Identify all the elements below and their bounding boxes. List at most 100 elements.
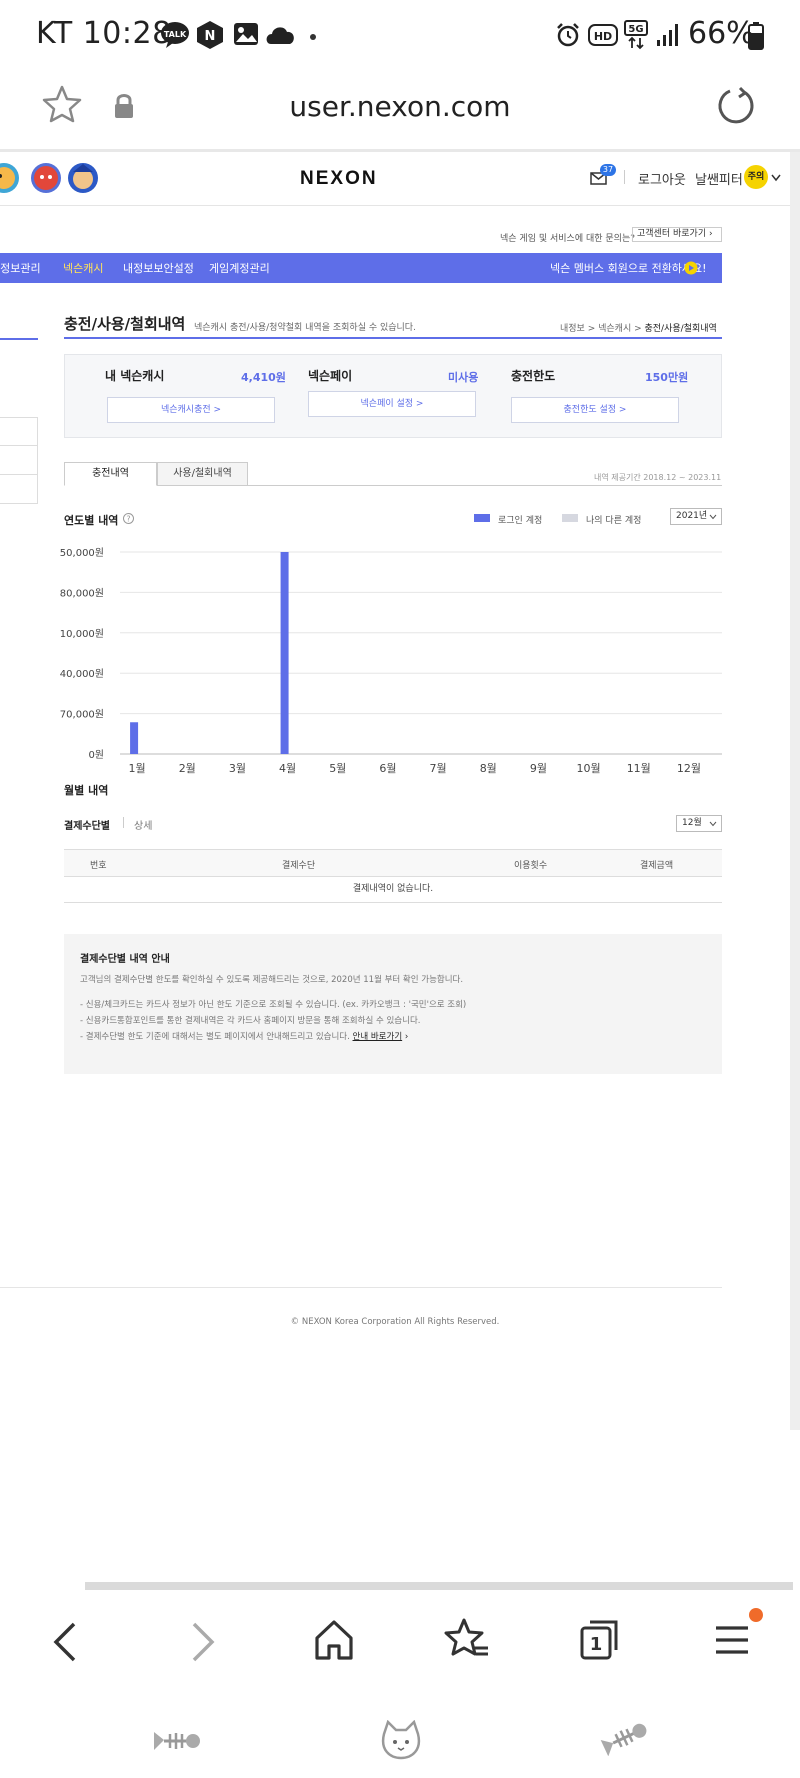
menu-icon[interactable]: [714, 1624, 750, 1656]
cash-charge-button[interactable]: 넥슨캐시충전 >: [107, 397, 275, 423]
history-period: 내역 제공기간 2018.12 ~ 2023.11: [594, 473, 722, 482]
username[interactable]: 날쌘피터: [695, 169, 743, 188]
svg-text:?: ?: [126, 515, 130, 524]
sub-tab-separator: [123, 817, 124, 828]
battery-icon: [748, 22, 764, 50]
tabs-icon[interactable]: 1: [578, 1618, 620, 1662]
breadcrumb: 내정보 > 넥슨캐시 > 충전/사용/철회내역: [560, 321, 717, 334]
notice-box: 결제수단별 내역 안내 고객님의 결제수단별 한도를 확인하실 수 있도록 제공…: [64, 934, 722, 1074]
nav-item-game-account[interactable]: 게임계정관리: [209, 260, 270, 276]
legend-swatch-login: [474, 514, 490, 522]
year-select[interactable]: 2021년: [670, 508, 722, 525]
y-tick-label: 140,000원: [60, 668, 104, 680]
column-amount: 결제금액: [640, 861, 674, 871]
sub-tab-detail[interactable]: 상세: [134, 817, 152, 832]
x-tick-label: 10월: [577, 762, 601, 775]
header-separator: [624, 170, 625, 184]
nav-item-cash[interactable]: 넥슨캐시: [63, 260, 103, 276]
tab-use-history[interactable]: 사용/철회내역: [157, 462, 248, 486]
game-avatar-icon[interactable]: [30, 162, 62, 194]
sidebar-item[interactable]: [0, 417, 38, 446]
notice-guide-link[interactable]: 안내 바로가기: [353, 1032, 403, 1042]
game-avatar-icon[interactable]: [67, 162, 99, 194]
svg-text:N: N: [205, 29, 216, 44]
footer-divider: [0, 1287, 722, 1288]
help-icon[interactable]: ?: [123, 513, 134, 524]
pay-settings-button[interactable]: 넥슨페이 설정 >: [308, 391, 476, 417]
notice-line: - 신용/체크카드는 카드사 정보가 아닌 한도 기준으로 조회될 수 있습니다…: [80, 1000, 467, 1010]
x-tick-label: 9월: [530, 762, 547, 775]
sidebar-item[interactable]: [0, 446, 38, 475]
notice-title: 결제수단별 내역 안내: [80, 954, 170, 965]
hd-voice-icon: HD: [588, 24, 618, 46]
nav-item-account[interactable]: 내정보관리: [0, 260, 41, 276]
tab-charge-history[interactable]: 충전내역: [64, 462, 157, 486]
column-number: 번호: [90, 861, 107, 871]
alarm-icon: [557, 23, 579, 47]
breadcrumb-current: 충전/사용/철회내역: [644, 324, 717, 334]
column-count: 이용횟수: [514, 861, 548, 871]
month-select[interactable]: 12월: [676, 815, 722, 832]
x-tick-label: 2월: [179, 762, 196, 775]
more-notifications-dot: [310, 34, 316, 40]
svg-text:5G: 5G: [628, 24, 643, 35]
x-tick-label: 6월: [379, 762, 396, 775]
page-description: 넥슨캐시 충전/사용/청약철회 내역을 조회하실 수 있습니다.: [194, 323, 416, 333]
legend-swatch-other: [562, 514, 578, 522]
sidebar-item[interactable]: [0, 475, 38, 504]
cash-value: 4,410원: [241, 371, 286, 384]
svg-text:1: 1: [590, 1634, 603, 1655]
play-circle-icon[interactable]: [684, 261, 698, 275]
monthly-title: 월별 내역: [64, 784, 109, 797]
x-tick-label: 7월: [430, 762, 447, 775]
year-select-value: 2021년: [676, 511, 708, 521]
menu-notification-dot: [749, 1608, 763, 1622]
column-method: 결제수단: [282, 861, 316, 871]
breadcrumb-path[interactable]: 내정보 > 넥슨캐시 >: [560, 324, 645, 334]
cat-icon: [381, 1720, 421, 1760]
reload-icon[interactable]: [716, 86, 756, 126]
chevron-down-icon[interactable]: [771, 174, 781, 182]
url-text[interactable]: user.nexon.com: [0, 90, 800, 123]
status-bar: KT 10:28 TALK N HD 5G 66%: [0, 0, 800, 72]
web-page: NEXON 37 로그아웃 날쌘피터 주의 넥슨 게임 및 서비스에 대한 문의…: [0, 152, 790, 1430]
x-tick-label: 12월: [677, 762, 701, 775]
table-header: 번호 결제수단 이용횟수 결제금액: [64, 849, 722, 877]
game-avatar-icon[interactable]: [0, 162, 28, 194]
yearly-bar-chart: 0원 70,000원 140,000원 210,000원 280,000원 350,000…: [60, 547, 722, 775]
limit-label: 충전한도: [511, 369, 556, 383]
back-icon[interactable]: [48, 1620, 82, 1664]
5g-network-icon: 5G: [624, 20, 648, 50]
x-tick-label: 11월: [627, 762, 651, 775]
battery-percent: 66%: [688, 16, 755, 51]
pay-value: 미사용: [448, 371, 479, 384]
horizontal-scrollbar[interactable]: [85, 1582, 793, 1590]
notice-line-4: - 결제수단별 한도 기준에 대해서는 별도 페이지에서 안내해드리고 있습니다…: [80, 1032, 350, 1042]
customer-center-button[interactable]: 고객센터 바로가기 ›: [632, 227, 722, 242]
sub-tab-payment-method[interactable]: 결제수단별: [64, 817, 110, 832]
logout-link[interactable]: 로그아웃: [638, 169, 686, 188]
svg-text:HD: HD: [594, 30, 612, 43]
legend-other: 나의 다른 계정: [586, 516, 642, 526]
x-tick-label: 3월: [229, 762, 246, 775]
nav-item-security[interactable]: 내정보보안설정: [123, 260, 194, 276]
x-tick-label: 1월: [129, 762, 146, 775]
message-badge: 37: [600, 164, 616, 176]
legend-login: 로그인 계정: [498, 516, 543, 526]
home-icon[interactable]: [313, 1618, 355, 1662]
svg-text:TALK: TALK: [164, 30, 187, 39]
x-tick-label: 4월: [279, 762, 296, 775]
notice-line: - 신용카드통합포인트를 통한 결제내역은 각 카드사 홈페이지 방문을 통해 …: [80, 1016, 421, 1026]
header-divider: [0, 205, 790, 206]
nav-bar: 내정보관리 넥슨캐시 내정보보안설정 게임계정관리 넥슨 멤버스 회원으로 전환…: [0, 253, 722, 283]
limit-settings-button[interactable]: 충전한도 설정 >: [511, 397, 679, 423]
chevron-down-icon: [709, 821, 717, 827]
x-tick-label: 8월: [480, 762, 497, 775]
nexon-logo[interactable]: NEXON: [300, 168, 378, 190]
bookmarks-icon[interactable]: [444, 1616, 490, 1662]
forward-icon[interactable]: [186, 1620, 220, 1664]
signal-icon: [657, 24, 678, 46]
page-edge: [790, 152, 800, 1430]
fish-bone-icon: [154, 1732, 200, 1750]
chevron-down-icon: [709, 514, 717, 520]
